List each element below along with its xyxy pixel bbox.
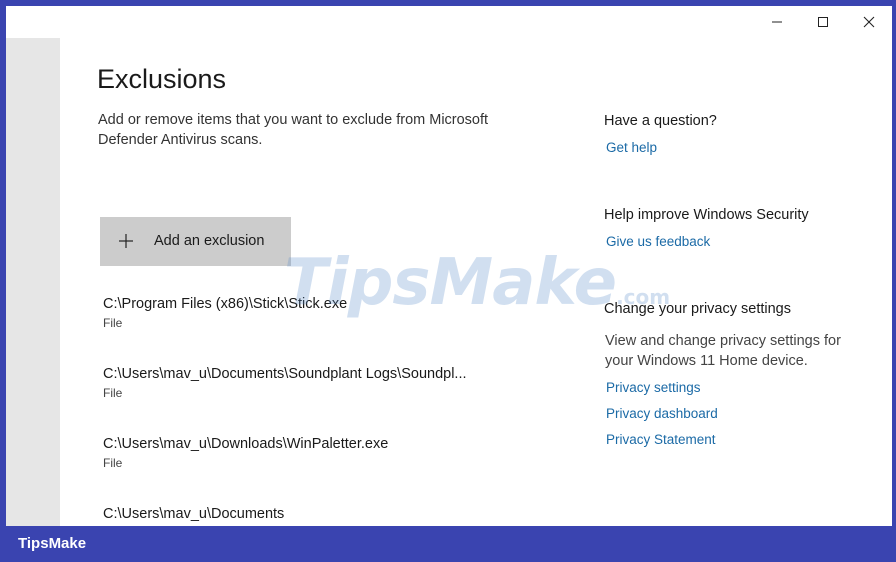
exclusion-item[interactable]: C:\Users\mav_u\Documents (103, 505, 543, 526)
privacy-dashboard-link[interactable]: Privacy dashboard (606, 406, 718, 421)
page-title: Exclusions (97, 64, 227, 94)
maximize-icon (818, 17, 828, 27)
question-heading: Have a question? (604, 113, 717, 129)
exclusion-type: File (103, 316, 123, 330)
app-window: Exclusions Add or remove items that you … (6, 6, 892, 526)
exclusion-type: File (103, 456, 123, 470)
exclusion-item[interactable]: C:\Users\mav_u\Documents\Soundplant Logs… (103, 365, 543, 400)
exclusion-type: File (103, 386, 123, 400)
close-button[interactable] (846, 6, 892, 38)
privacy-heading: Change your privacy settings (604, 301, 791, 317)
footer-brand: TipsMake (18, 535, 87, 552)
nav-sidebar (6, 38, 60, 526)
privacy-statement-link[interactable]: Privacy Statement (606, 432, 716, 447)
feedback-link[interactable]: Give us feedback (606, 234, 710, 249)
exclusion-item[interactable]: C:\Users\mav_u\Downloads\WinPaletter.exe… (103, 435, 543, 470)
exclusion-item[interactable]: C:\Program Files (x86)\Stick\Stick.exe F… (103, 295, 543, 330)
minimize-icon (772, 21, 782, 23)
minimize-button[interactable] (754, 6, 800, 38)
maximize-button[interactable] (800, 6, 846, 38)
close-icon (863, 16, 875, 28)
exclusion-path: C:\Users\mav_u\Documents (103, 506, 285, 522)
exclusion-path: C:\Program Files (x86)\Stick\Stick.exe (103, 296, 348, 312)
screenshot-frame: Exclusions Add or remove items that you … (0, 0, 896, 562)
improve-heading: Help improve Windows Security (604, 207, 809, 223)
privacy-text: View and change privacy settings for you… (605, 333, 841, 369)
add-exclusion-label: Add an exclusion (154, 233, 265, 249)
title-bar (6, 6, 892, 38)
add-exclusion-button[interactable]: Add an exclusion (100, 217, 291, 266)
get-help-link[interactable]: Get help (606, 140, 657, 155)
privacy-settings-link[interactable]: Privacy settings (606, 380, 701, 395)
exclusion-path: C:\Users\mav_u\Downloads\WinPaletter.exe (103, 436, 389, 452)
page-description: Add or remove items that you want to exc… (98, 112, 489, 148)
exclusion-path: C:\Users\mav_u\Documents\Soundplant Logs… (103, 366, 467, 382)
plus-icon (119, 234, 133, 248)
